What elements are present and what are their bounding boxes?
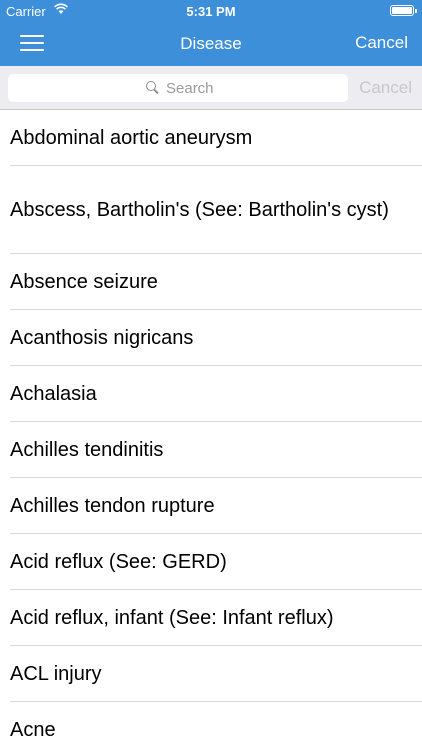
list-item[interactable]: Achilles tendinitis — [0, 422, 422, 478]
nav-cancel-button[interactable]: Cancel — [355, 33, 408, 53]
list-item-label: Acid reflux (See: GERD) — [10, 551, 227, 573]
search-icon — [146, 81, 159, 94]
list-item[interactable]: Acanthosis nigricans — [0, 310, 422, 366]
list-item-label: Achalasia — [10, 383, 97, 405]
list-item-label: Achilles tendinitis — [10, 439, 164, 461]
search-cancel-button[interactable]: Cancel — [359, 78, 412, 98]
disease-list: Abdominal aortic aneurysm Abscess, Barth… — [0, 110, 422, 750]
list-item-label: Abscess, Bartholin's (See: Bartholin's c… — [10, 199, 389, 221]
list-item-label: Acid reflux, infant (See: Infant reflux) — [10, 607, 334, 629]
list-item[interactable]: Acid reflux, infant (See: Infant reflux) — [0, 590, 422, 646]
list-item-label: Absence seizure — [10, 271, 158, 293]
search-field[interactable] — [8, 74, 348, 102]
list-item[interactable]: Acne — [0, 702, 422, 750]
search-input[interactable] — [166, 74, 336, 102]
list-item[interactable]: Abdominal aortic aneurysm — [0, 110, 422, 166]
list-item-label: Acne — [10, 719, 56, 741]
list-item-label: Achilles tendon rupture — [10, 495, 215, 517]
list-item[interactable]: Acid reflux (See: GERD) — [0, 534, 422, 590]
list-item-label: Abdominal aortic aneurysm — [10, 127, 253, 149]
search-bar: Cancel — [0, 66, 422, 110]
clock: 5:31 PM — [186, 4, 236, 19]
list-item[interactable]: Abscess, Bartholin's (See: Bartholin's c… — [0, 166, 422, 254]
list-item[interactable]: Achilles tendon rupture — [0, 478, 422, 534]
list-item[interactable]: ACL injury — [0, 646, 422, 702]
top-bar: Carrier 5:31 PM Disease Cancel — [0, 0, 422, 66]
battery-icon — [390, 5, 417, 16]
navigation-bar: Disease Cancel — [0, 22, 422, 66]
list-item[interactable]: Achalasia — [0, 366, 422, 422]
list-item-label: Acanthosis nigricans — [10, 327, 194, 349]
status-bar: Carrier 5:31 PM — [0, 0, 422, 22]
list-item[interactable]: Absence seizure — [0, 254, 422, 310]
list-item-label: ACL injury — [10, 663, 102, 685]
